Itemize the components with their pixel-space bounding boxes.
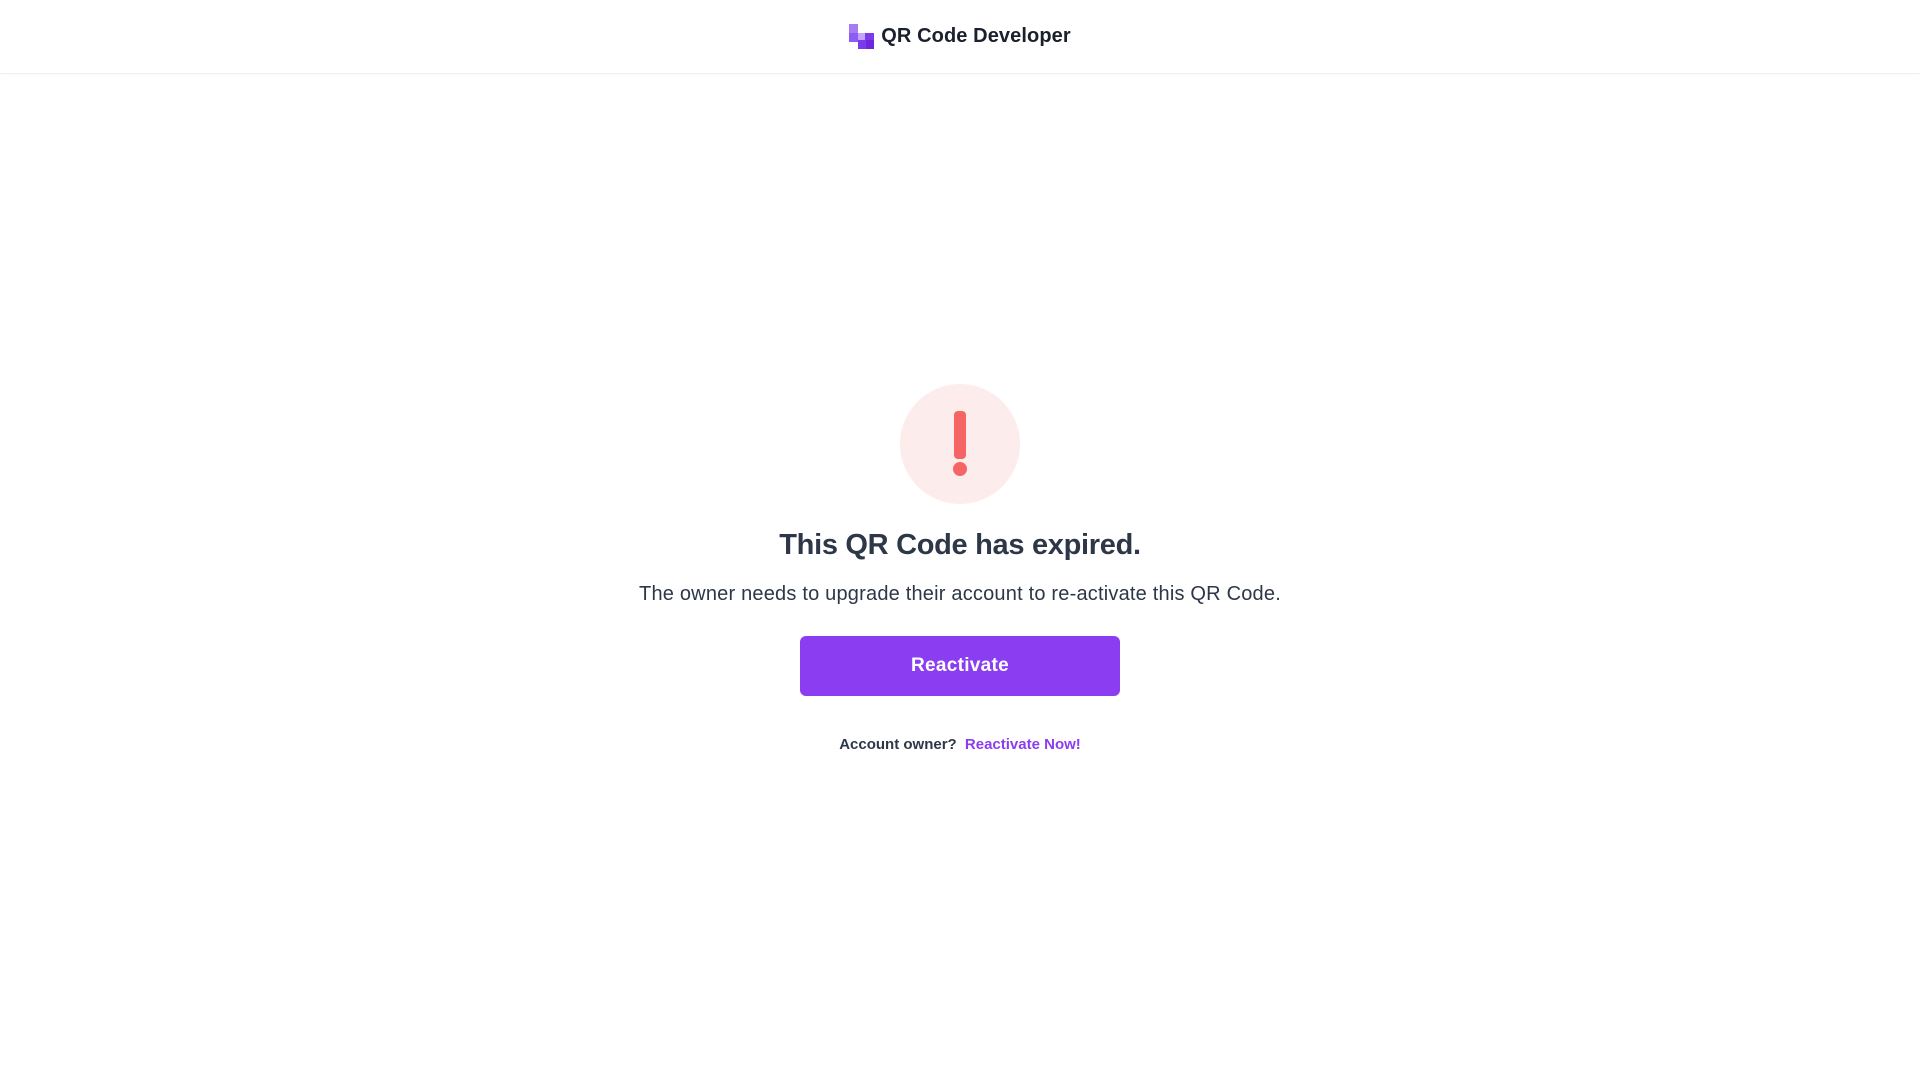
brand[interactable]: QR Code Developer [849,24,1071,49]
alert-badge [900,384,1020,504]
exclamation-icon [953,411,967,476]
page-title: This QR Code has expired. [779,529,1141,561]
expired-description: The owner needs to upgrade their account… [639,583,1281,605]
reactivate-now-link[interactable]: Reactivate Now! [965,736,1081,753]
account-owner-label: Account owner? [839,736,957,753]
brand-name: QR Code Developer [881,25,1071,47]
qr-blocks-logo-icon [849,24,875,49]
expired-message-panel: This QR Code has expired. The owner need… [0,384,1920,755]
top-header: QR Code Developer [0,0,1920,74]
account-owner-line: Account owner? Reactivate Now! [839,735,1081,755]
reactivate-button[interactable]: Reactivate [800,636,1120,696]
